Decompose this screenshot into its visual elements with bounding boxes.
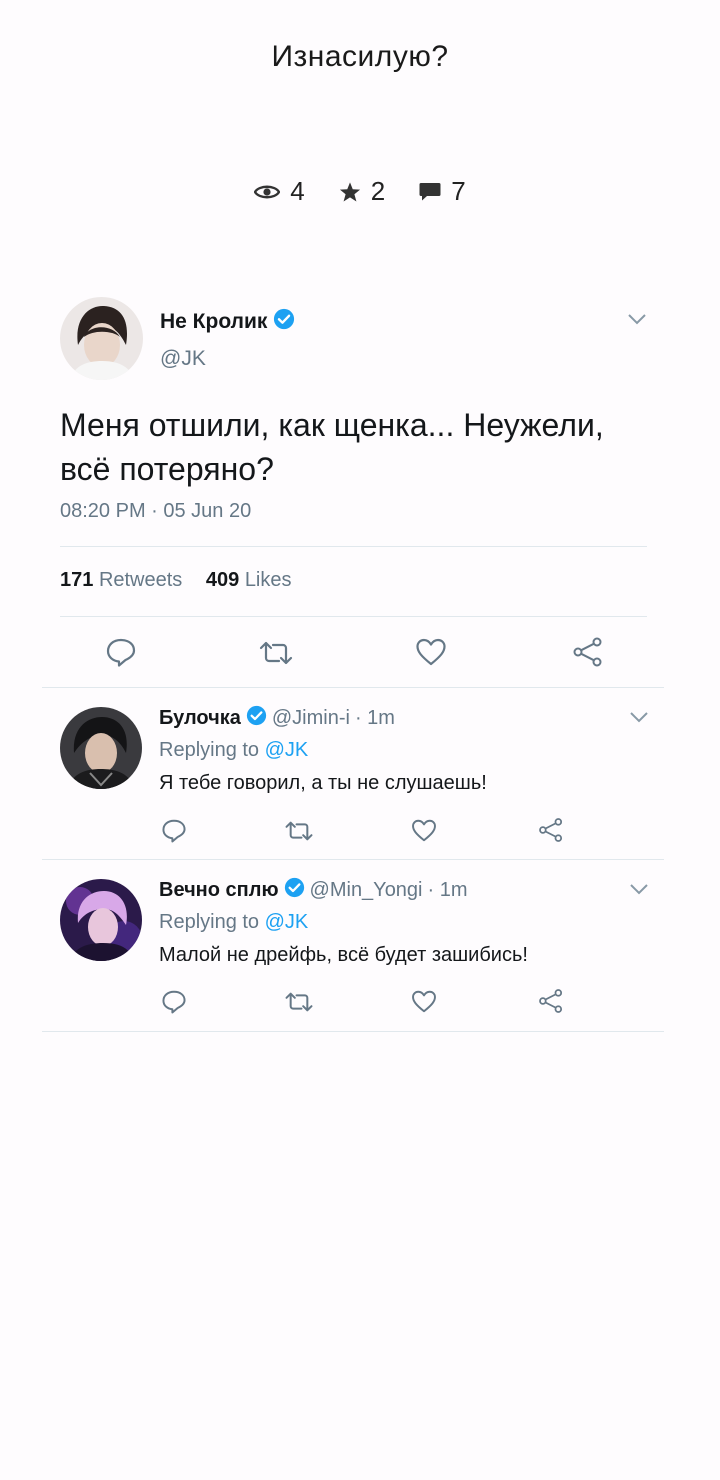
- reply-header: Булочка @Jimin-i · 1m: [159, 705, 395, 732]
- chevron-down-icon[interactable]: [628, 882, 650, 901]
- avatar[interactable]: [60, 879, 142, 961]
- share-icon[interactable]: [572, 636, 604, 673]
- reply-time: · 1m: [427, 879, 468, 901]
- engagement-counts: 171 Retweets 409 Likes: [60, 569, 292, 592]
- avatar[interactable]: [60, 707, 142, 789]
- retweet-icon[interactable]: [284, 991, 314, 1018]
- eye-icon: [254, 183, 281, 201]
- reply-author-name[interactable]: Вечно сплю: [159, 879, 279, 902]
- retweet-icon[interactable]: [284, 820, 314, 847]
- comment-icon: [419, 182, 441, 202]
- divider: [42, 859, 664, 860]
- story-stats: 4 2 7: [0, 176, 720, 207]
- stars-stat: 2: [339, 176, 385, 207]
- reply-time: · 1m: [354, 707, 395, 729]
- replying-to-mention[interactable]: @JK: [265, 911, 309, 933]
- verified-icon: [273, 308, 295, 336]
- divider: [60, 616, 647, 617]
- reply-author-name[interactable]: Булочка: [159, 707, 241, 730]
- chevron-down-icon[interactable]: [628, 710, 650, 729]
- reply-handle[interactable]: @Jimin-i: [272, 707, 350, 730]
- reply-header: Вечно сплю @Min_Yongi · 1m: [159, 877, 468, 904]
- like-icon[interactable]: [411, 989, 437, 1019]
- star-icon: [339, 181, 361, 203]
- like-icon[interactable]: [411, 818, 437, 848]
- tweet-text: Меня отшили, как щенка... Неужели, всё п…: [60, 407, 604, 487]
- story-title: Изнасилую?: [271, 40, 449, 73]
- retweets-count: 171: [60, 569, 94, 591]
- reply-text: Малой не дрейфь, всё будет зашибись!: [159, 944, 528, 966]
- share-icon[interactable]: [538, 817, 564, 848]
- chevron-down-icon[interactable]: [626, 312, 648, 331]
- divider: [42, 1031, 664, 1032]
- retweet-icon[interactable]: [258, 640, 294, 671]
- author-name[interactable]: Не Кролик: [160, 308, 295, 336]
- replying-to-mention[interactable]: @JK: [265, 739, 309, 761]
- verified-icon: [246, 705, 267, 732]
- avatar[interactable]: [60, 297, 143, 380]
- reply-icon[interactable]: [105, 637, 137, 672]
- views-stat: 4: [254, 176, 305, 207]
- replying-to-prefix: Replying to: [159, 911, 260, 933]
- likes-label[interactable]: Likes: [245, 569, 292, 591]
- tweet-timestamp: 08:20 PM · 05 Jun 20: [60, 500, 252, 522]
- author-handle[interactable]: @JK: [160, 347, 206, 371]
- likes-count: 409: [205, 569, 240, 591]
- divider: [42, 687, 664, 688]
- verified-icon: [284, 877, 305, 904]
- comments-stat: 7: [419, 176, 466, 207]
- views-count: 4: [290, 176, 305, 206]
- share-icon[interactable]: [538, 988, 564, 1019]
- replying-to: Replying to @JK: [159, 911, 308, 934]
- reply-text: Я тебе говорил, а ты не слушаешь!: [159, 772, 487, 794]
- reply-icon[interactable]: [161, 818, 187, 848]
- comments-count: 7: [451, 176, 466, 206]
- stars-count: 2: [370, 176, 386, 206]
- replying-to-prefix: Replying to: [159, 739, 260, 761]
- replying-to: Replying to @JK: [159, 739, 308, 762]
- reply-icon[interactable]: [161, 989, 187, 1019]
- like-icon[interactable]: [415, 637, 447, 672]
- reply-handle[interactable]: @Min_Yongi: [310, 879, 423, 902]
- retweets-label[interactable]: Retweets: [99, 569, 182, 591]
- divider: [60, 546, 647, 547]
- author-name-text: Не Кролик: [160, 310, 268, 333]
